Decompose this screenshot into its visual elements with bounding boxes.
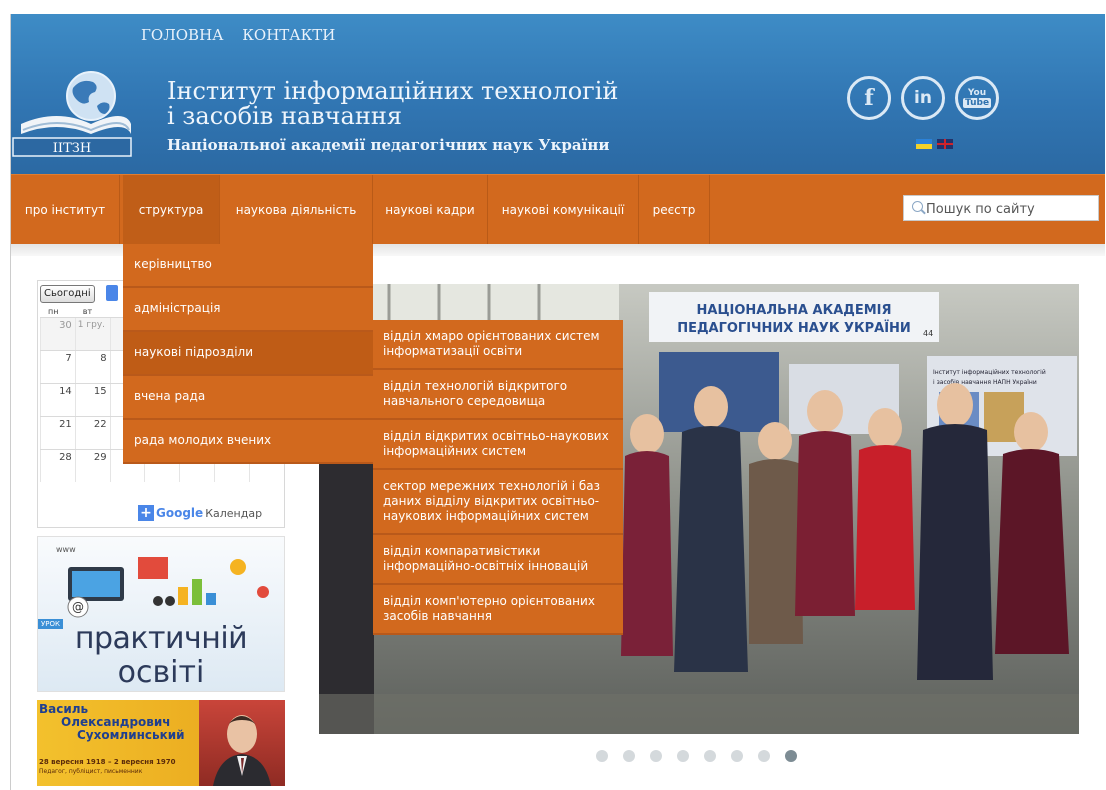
nav-communications[interactable]: наукові комунікації xyxy=(488,175,638,245)
institute-logo[interactable]: ІІТЗН xyxy=(11,66,133,158)
practice-title-line-1: практичній xyxy=(74,621,248,656)
sukh-dates: 28 вересня 1918 – 2 вересня 1970 xyxy=(39,758,176,766)
menu-item-research-units[interactable]: наукові підрозділи xyxy=(123,332,373,376)
plus-icon: + xyxy=(138,505,154,521)
google-logo-text: Google xyxy=(156,506,204,520)
institute-title: Інститут інформаційних технологій і засо… xyxy=(167,78,618,156)
nav-personnel[interactable]: наукові кадри xyxy=(373,175,487,245)
today-button[interactable]: Сьогодні xyxy=(40,285,95,303)
slider-pagination xyxy=(596,750,797,762)
sukh-name-3: Сухомлинський xyxy=(77,728,185,742)
main-nav: про інститут структура наукова діяльніст… xyxy=(11,174,1105,245)
svg-text:@: @ xyxy=(72,600,84,614)
slide-dot[interactable] xyxy=(650,750,662,762)
poster-text-1: Інститут інформаційних технологій xyxy=(933,369,1046,376)
ukrainian-flag-icon[interactable] xyxy=(916,139,932,149)
calendar-label: Календар xyxy=(205,506,263,520)
facebook-icon[interactable]: f xyxy=(847,76,891,120)
logo-text: ІІТЗН xyxy=(53,141,91,156)
portrait-image xyxy=(199,700,285,786)
title-line-2: і засобів навчання xyxy=(167,102,402,130)
slide-dot-active[interactable] xyxy=(785,750,797,762)
menu-item-young-scientists[interactable]: рада молодих вчених xyxy=(123,420,373,464)
title-line-3: Національної академії педагогічних наук … xyxy=(167,136,610,154)
menu-item-leadership[interactable]: керівництво xyxy=(123,244,373,288)
english-flag-icon[interactable] xyxy=(937,139,953,149)
slide-dot[interactable] xyxy=(731,750,743,762)
menu-item-academic-council[interactable]: вчена рада xyxy=(123,376,373,420)
top-link-contacts[interactable]: КОНТАКТИ xyxy=(242,26,335,44)
menu-item-administration[interactable]: адміністрація xyxy=(123,288,373,332)
youtube-icon[interactable]: You Tube xyxy=(955,76,999,120)
submenu-item[interactable]: відділ комп'ютерно орієнтованих засобів … xyxy=(373,585,623,635)
submenu-item[interactable]: відділ технологій відкритого навчального… xyxy=(373,370,623,420)
nav-registry[interactable]: реєстр xyxy=(639,175,709,245)
google-calendar-link[interactable]: + Google Календар xyxy=(138,503,262,523)
slide-dot[interactable] xyxy=(704,750,716,762)
nav-structure[interactable]: структура xyxy=(123,175,219,245)
stand-number: 44 xyxy=(923,329,933,338)
structure-dropdown: керівництво адміністрація наукові підроз… xyxy=(123,244,373,464)
slide-dot[interactable] xyxy=(623,750,635,762)
slide-dot[interactable] xyxy=(758,750,770,762)
stand-sign-line-1: НАЦІОНАЛЬНА АКАДЕМІЯ xyxy=(697,303,892,318)
sukhomlynsky-banner[interactable]: Василь Олександрович Сухомлинський 28 ве… xyxy=(37,700,285,786)
top-link-home[interactable]: ГОЛОВНА xyxy=(141,26,224,44)
tech-illustration: @ www xyxy=(56,545,269,618)
nav-about[interactable]: про інститут xyxy=(11,175,119,245)
search-icon[interactable] xyxy=(912,201,923,212)
submenu-item[interactable]: відділ відкритих освітньо-наукових інфор… xyxy=(373,420,623,470)
submenu-item[interactable]: відділ компаративістики інформаційно-осв… xyxy=(373,535,623,585)
sukh-role: Педагог, публіцист, письменник xyxy=(39,768,143,775)
practical-education-banner[interactable]: @ www УРОК практичній освіті xyxy=(37,536,285,692)
research-units-submenu: відділ хмаро орієнтованих систем інформа… xyxy=(373,320,623,635)
stand-sign-line-2: ПЕДАГОГІЧНИХ НАУК УКРАЇНИ xyxy=(677,320,911,336)
linkedin-icon[interactable]: in xyxy=(901,76,945,120)
submenu-item[interactable]: відділ хмаро орієнтованих систем інформа… xyxy=(373,320,623,370)
practice-title-line-2: освіті xyxy=(117,655,205,690)
search-box xyxy=(903,195,1099,221)
page: ГОЛОВНА КОНТАКТИ ІІТЗН Інститут інформац… xyxy=(10,14,1105,790)
sukh-name-2: Олександрович xyxy=(61,715,171,729)
site-header: ГОЛОВНА КОНТАКТИ ІІТЗН Інститут інформац… xyxy=(11,14,1105,174)
svg-text:www: www xyxy=(56,545,76,554)
slide-dot[interactable] xyxy=(677,750,689,762)
submenu-item[interactable]: сектор мережних технологій і баз даних в… xyxy=(373,470,623,535)
slide-dot[interactable] xyxy=(596,750,608,762)
sukh-name-1: Василь xyxy=(39,702,89,716)
title-line-1: Інститут інформаційних технологій xyxy=(167,77,619,105)
nav-research[interactable]: наукова діяльність xyxy=(220,175,372,245)
search-input[interactable] xyxy=(924,199,1098,219)
calendar-prev-button[interactable] xyxy=(106,285,118,301)
top-links: ГОЛОВНА КОНТАКТИ xyxy=(141,26,349,44)
